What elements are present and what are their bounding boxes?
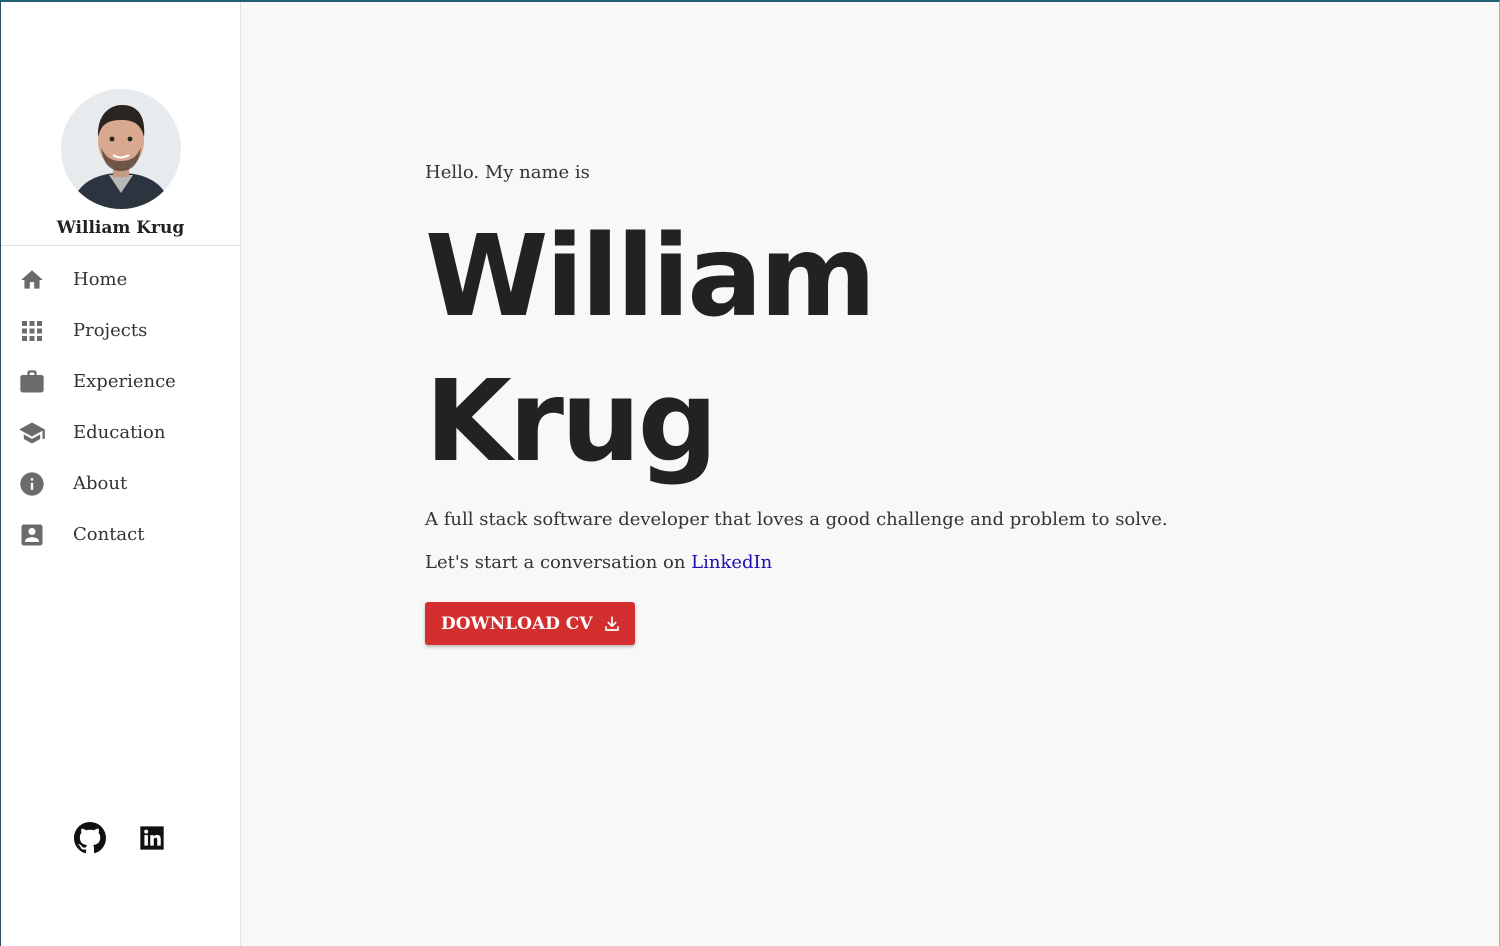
social-links (1, 822, 240, 854)
cta-line: Let's start a conversation on LinkedIn (425, 552, 772, 573)
sidebar-item-contact[interactable]: Contact (1, 509, 240, 560)
home-icon (18, 266, 46, 294)
hero-name: William Krug (425, 205, 1125, 495)
sidebar-nav: Home Projects Experience Education About… (1, 254, 240, 560)
download-cv-button[interactable]: DOWNLOAD CV (425, 602, 635, 645)
apps-grid-icon (18, 317, 46, 345)
sidebar-item-label: Education (73, 422, 166, 443)
cta-prefix: Let's start a conversation on (425, 552, 686, 573)
linkedin-icon[interactable] (136, 822, 168, 854)
briefcase-icon (18, 368, 46, 396)
hero-first-name: William (425, 212, 876, 342)
greeting-text: Hello. My name is (425, 162, 590, 183)
sidebar-item-projects[interactable]: Projects (1, 305, 240, 356)
linkedin-link[interactable]: LinkedIn (691, 552, 772, 573)
download-icon (603, 615, 621, 633)
sidebar-item-experience[interactable]: Experience (1, 356, 240, 407)
profile-name: William Krug (56, 218, 185, 238)
sidebar-item-label: About (73, 473, 128, 494)
tagline: A full stack software developer that lov… (425, 509, 1168, 530)
sidebar-item-home[interactable]: Home (1, 254, 240, 305)
graduation-cap-icon (18, 419, 46, 447)
info-icon (18, 470, 46, 498)
sidebar-item-label: Experience (73, 371, 176, 392)
github-icon[interactable] (73, 822, 106, 854)
contact-card-icon (18, 521, 46, 549)
sidebar-item-education[interactable]: Education (1, 407, 240, 458)
avatar (61, 89, 181, 209)
sidebar-item-label: Contact (73, 524, 145, 545)
sidebar-item-about[interactable]: About (1, 458, 240, 509)
sidebar-divider (1, 245, 240, 246)
sidebar-item-label: Home (73, 269, 128, 290)
sidebar-item-label: Projects (73, 320, 148, 341)
sidebar: William Krug Home Projects Experience Ed… (1, 2, 241, 946)
hero-last-name: Krug (425, 357, 718, 487)
download-cv-label: DOWNLOAD CV (441, 613, 593, 634)
